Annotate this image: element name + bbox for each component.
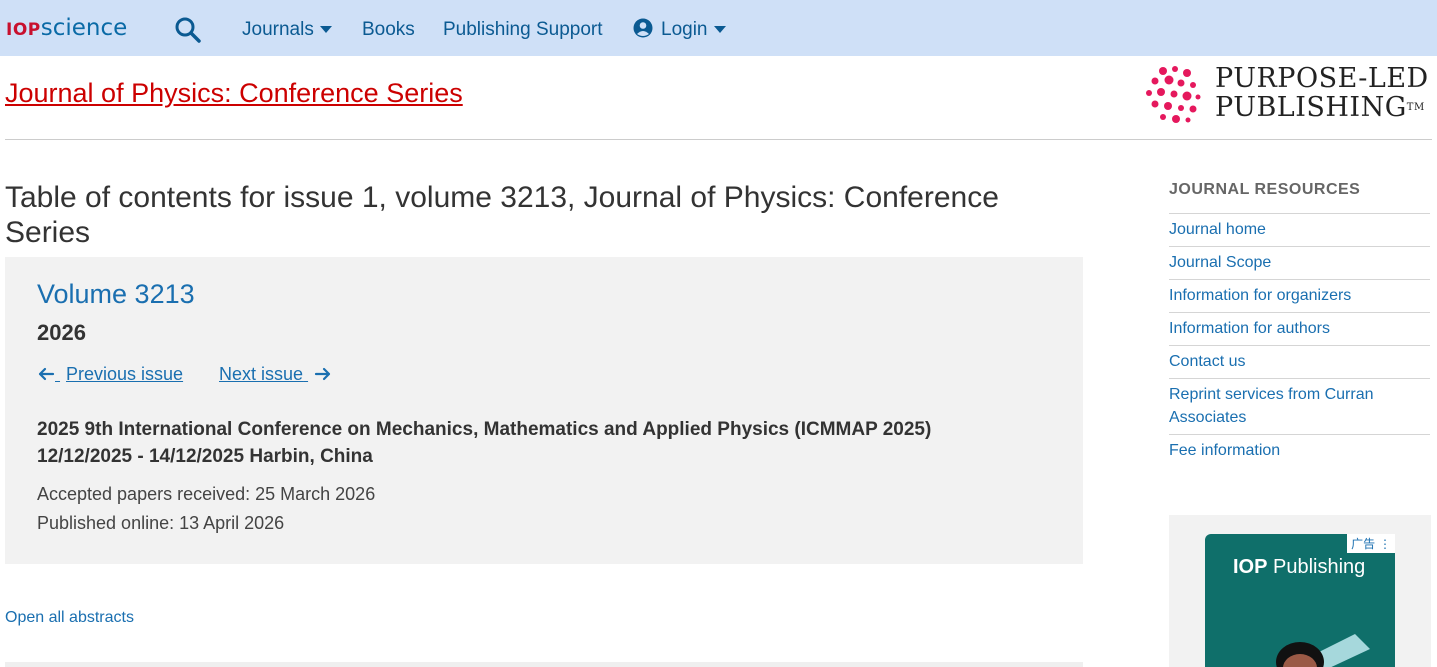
- volume-title: Volume 3213: [37, 279, 195, 309]
- next-issue-link[interactable]: Next issue: [219, 364, 332, 385]
- publishing-line: PUBLISHING: [1215, 92, 1407, 123]
- resource-link-fee-information[interactable]: Fee information: [1169, 434, 1430, 467]
- page-title: Table of contents for issue 1, volume 32…: [5, 181, 999, 249]
- molecule-logo-icon: [1146, 66, 1201, 123]
- accepted-date: Accepted papers received: 25 March 2026: [37, 484, 376, 504]
- user-circle-icon: [633, 18, 653, 38]
- ad-illustration-icon: [1276, 634, 1370, 667]
- nav-books-link[interactable]: Books: [362, 18, 415, 42]
- chevron-down-icon: [319, 26, 332, 34]
- resource-link-reprint-services[interactable]: Reprint services from Curran Associates: [1169, 378, 1430, 434]
- nav-publishing-support-link[interactable]: Publishing Support: [443, 18, 603, 42]
- header-divider: [5, 139, 1432, 140]
- purpose-led-wordmark: PURPOSE-LED PUBLISHINGTM: [1215, 64, 1429, 122]
- search-icon[interactable]: [174, 16, 202, 44]
- iopscience-logo[interactable]: IOPscience: [6, 14, 127, 42]
- nav-journals-label: Journals: [242, 19, 314, 40]
- nav-login-menu[interactable]: Login: [633, 18, 726, 42]
- logo-science-text: science: [40, 15, 128, 41]
- arrow-right-icon: [314, 365, 332, 381]
- previous-issue-link[interactable]: Previous issue: [37, 364, 183, 385]
- journal-resources-heading: JOURNAL RESOURCES: [1169, 181, 1361, 198]
- resource-link-contact-us[interactable]: Contact us: [1169, 345, 1430, 378]
- resource-link-journal-home[interactable]: Journal home: [1169, 213, 1430, 246]
- conference-info: 2025 9th International Conference on Mec…: [37, 416, 1057, 470]
- resource-link-journal-scope[interactable]: Journal Scope: [1169, 246, 1430, 279]
- previous-issue-label: Previous issue: [66, 364, 184, 384]
- arrow-left-icon: [37, 365, 55, 381]
- nav-login-label: Login: [661, 19, 708, 40]
- open-all-abstracts-link[interactable]: Open all abstracts: [5, 609, 134, 627]
- published-date: Published online: 13 April 2026: [37, 513, 285, 533]
- advertisement-panel: 广告 ⋮ IOP Publishing: [1169, 515, 1431, 667]
- journal-resources-list: Journal home Journal Scope Information f…: [1169, 213, 1430, 467]
- purpose-led-publishing-logo[interactable]: PURPOSE-LED PUBLISHINGTM: [1143, 64, 1433, 126]
- journal-title-link[interactable]: Journal of Physics: Conference Series: [5, 78, 463, 109]
- top-navbar: IOPscience Journals Books Publishing Sup…: [0, 0, 1437, 56]
- chevron-down-icon: [713, 26, 726, 34]
- nav-journals-menu[interactable]: Journals: [242, 18, 332, 42]
- article-list-top-edge: [5, 662, 1083, 667]
- trademark-mark: TM: [1406, 102, 1425, 113]
- conference-dates: 12/12/2025 - 14/12/2025 Harbin, China: [37, 446, 373, 467]
- conference-title: 2025 9th International Conference on Mec…: [37, 419, 932, 440]
- resource-link-info-organizers[interactable]: Information for organizers: [1169, 279, 1430, 312]
- ad-banner[interactable]: 广告 ⋮ IOP Publishing: [1205, 534, 1395, 667]
- issue-info-panel: Volume 3213 2026 Previous issue Next iss…: [5, 257, 1083, 564]
- purpose-line: PURPOSE-LED: [1215, 63, 1429, 94]
- resource-link-info-authors[interactable]: Information for authors: [1169, 312, 1430, 345]
- logo-iop-text: IOP: [6, 20, 41, 40]
- volume-year: 2026: [37, 320, 86, 345]
- next-issue-label: Next issue: [219, 364, 304, 384]
